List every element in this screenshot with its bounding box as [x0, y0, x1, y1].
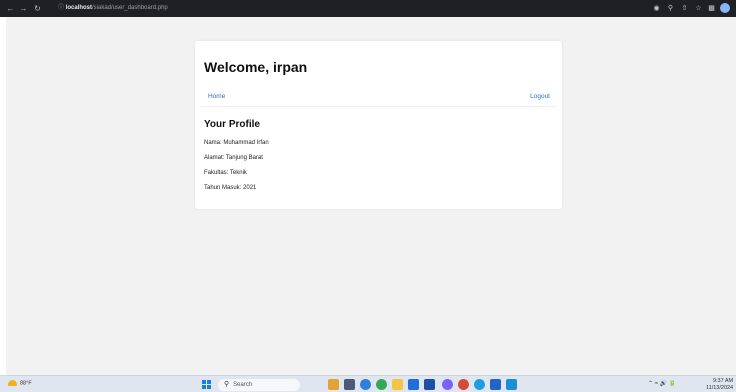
store-icon[interactable] — [408, 379, 419, 390]
bookmark-star-icon[interactable]: ☆ — [694, 4, 703, 13]
edge-icon[interactable] — [474, 379, 485, 390]
reload-icon[interactable]: ↻ — [33, 4, 42, 13]
address-path: /siakad/user_dashboard.php — [92, 5, 168, 11]
info-icon[interactable]: ⓘ — [58, 5, 66, 11]
windows-start-icon[interactable] — [202, 380, 212, 390]
search-placeholder: Search — [233, 382, 253, 388]
widgets-icon[interactable] — [328, 379, 339, 390]
task-view-icon[interactable] — [344, 379, 355, 390]
dashboard-card: Welcome, irpan Home Logout Your Profile … — [195, 41, 562, 209]
clock-time: 9:37 AM — [712, 378, 734, 384]
chat-icon[interactable] — [360, 379, 371, 390]
browser-icon[interactable] — [458, 379, 469, 390]
outlook-icon[interactable] — [490, 379, 501, 390]
app-icon[interactable] — [424, 379, 435, 390]
page-viewport: Welcome, irpan Home Logout Your Profile … — [6, 17, 736, 375]
teams-icon[interactable] — [442, 379, 453, 390]
clock-date: 11/13/2024 — [706, 385, 734, 391]
back-icon[interactable]: ← — [6, 4, 15, 13]
taskbar-clock[interactable]: 9:37 AM 11/13/2024 — [706, 378, 733, 392]
page-title: Welcome, irpan — [204, 59, 308, 75]
nav-bar: Home Logout — [201, 89, 556, 107]
puzzle-icon[interactable]: ▩ — [707, 4, 716, 13]
address-host: localhost — [65, 5, 93, 11]
browser-toolbar: ← → ↻ ⓘ localhost/siakad/user_dashboard.… — [0, 0, 736, 17]
weather-temp: 88°F — [20, 380, 32, 387]
profile-faculty: Fakultas: Teknik — [204, 170, 247, 176]
home-link[interactable]: Home — [208, 93, 225, 100]
search-icon: ⚲ — [224, 381, 230, 388]
zoom-icon[interactable]: ⚲ — [666, 4, 675, 13]
file-explorer-icon[interactable] — [392, 379, 403, 390]
address-bar[interactable]: ⓘ localhost/siakad/user_dashboard.php — [58, 3, 618, 14]
taskbar-search[interactable]: ⚲ Search — [218, 379, 300, 391]
chrome-icon[interactable] — [376, 379, 387, 390]
profile-name: Nama: Muhammad Irfan — [204, 140, 269, 146]
share-icon[interactable]: ⇧ — [680, 4, 689, 13]
logout-link[interactable]: Logout — [530, 93, 550, 100]
weather-icon — [8, 380, 17, 386]
taskbar: 88°F ⚲ Search ⌃ ≈ 🔊 🔋 9:37 AM 11/13/2024 — [0, 375, 736, 392]
profile-address: Alamat: Tanjung Barat — [204, 155, 263, 161]
vscode-icon[interactable] — [506, 379, 517, 390]
profile-heading: Your Profile — [204, 119, 260, 130]
weather-widget[interactable]: 88°F — [8, 380, 32, 386]
extension-icon[interactable]: ◉ — [652, 4, 661, 13]
forward-icon[interactable]: → — [19, 4, 28, 13]
profile-entry-year: Tahun Masuk: 2021 — [204, 185, 257, 191]
system-tray[interactable]: ⌃ ≈ 🔊 🔋 — [648, 380, 676, 387]
profile-avatar[interactable] — [720, 3, 730, 13]
